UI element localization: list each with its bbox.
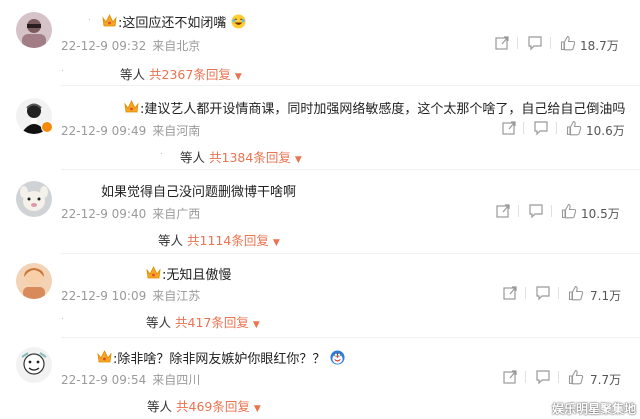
like-icon[interactable] xyxy=(561,203,577,219)
comment-text: :无知且傲慢 xyxy=(162,268,232,283)
separator xyxy=(523,122,524,134)
comment-text: :这回应还不如闭嘴 xyxy=(118,12,246,31)
crown-icon xyxy=(124,100,139,113)
like-count: 18.7万 xyxy=(580,39,619,53)
reply-count: 共2367条回复 xyxy=(149,67,231,82)
reply-count: 共1114条回复 xyxy=(187,233,269,248)
chevron-down-icon: ▼ xyxy=(253,404,261,414)
timestamp: 22-12-9 09:49 xyxy=(61,124,147,138)
like-count: 10.6万 xyxy=(586,124,625,138)
avatar[interactable] xyxy=(16,181,52,217)
view-replies-link[interactable]: 等人 共1114条回复 ▼ xyxy=(158,230,280,249)
comment-icon[interactable] xyxy=(528,203,544,219)
like-icon[interactable] xyxy=(560,35,576,51)
reply-users: 等人 xyxy=(158,233,184,248)
avatar[interactable] xyxy=(16,12,52,48)
location: 来自河南 xyxy=(152,124,201,138)
reply-users: 等人 xyxy=(147,399,173,414)
share-icon[interactable] xyxy=(501,120,517,136)
location: 来自江苏 xyxy=(152,289,201,303)
view-replies-link[interactable]: 等人 共2367条回复 ▼ xyxy=(120,64,242,83)
comment-text: :建议艺人都开设情商课，同时加强网络敏感度，这个太那个啥了，自己给自己倒油吗 xyxy=(140,102,626,117)
chevron-down-icon: ▼ xyxy=(252,320,260,330)
dot-divider: . xyxy=(160,147,163,157)
comment-item: . :这回应还不如闭嘴 22-12-9 09:32 来自北京 18.7万 等人 共2… xyxy=(0,0,640,86)
comment-item: :除非啥？除非网友嫉妒你眼红你？？ 22-12-9 09:54 来自四川 7.7万… xyxy=(0,338,640,419)
dot-divider: . xyxy=(61,312,64,322)
comment-meta: 22-12-9 09:32 来自北京 xyxy=(61,37,206,54)
like-count: 10.5万 xyxy=(581,207,620,221)
location: 来自四川 xyxy=(152,373,201,387)
dot-divider: . xyxy=(61,64,64,74)
verified-badge xyxy=(41,121,53,133)
reply-users: 等人 xyxy=(120,67,146,82)
view-replies-link[interactable]: 等人 共1384条回复 ▼ xyxy=(180,147,302,166)
separator xyxy=(558,287,559,299)
doraemon-emoji-icon xyxy=(330,350,345,365)
share-icon[interactable] xyxy=(495,203,511,219)
comment-item: :无知且傲慢 22-12-9 10:09 来自江苏 7.1万 等人 共417条回复 ▼… xyxy=(0,254,640,338)
comment-item: :建议艺人都开设情商课，同时加强网络敏感度，这个太那个啥了，自己给自己倒油吗 2… xyxy=(0,86,640,170)
comment-icon[interactable] xyxy=(535,285,551,301)
chevron-down-icon: ▼ xyxy=(234,72,242,82)
view-replies-link[interactable]: 等人 共469条回复 ▼ xyxy=(147,396,261,415)
crown-icon xyxy=(97,350,112,363)
like-count: 7.7万 xyxy=(590,373,622,387)
crown-icon xyxy=(102,14,117,27)
reply-count: 共417条回复 xyxy=(175,315,249,330)
comment-meta: 22-12-9 10:09 来自江苏 xyxy=(61,287,206,304)
comment-meta: 22-12-9 09:40 来自广西 xyxy=(61,205,206,222)
timestamp: 22-12-9 09:40 xyxy=(61,207,147,221)
laugh-cry-emoji-icon xyxy=(231,14,246,29)
username[interactable]: . xyxy=(88,13,91,23)
share-icon[interactable] xyxy=(502,369,518,385)
reply-users: 等人 xyxy=(146,315,172,330)
comment-icon[interactable] xyxy=(535,369,551,385)
separator xyxy=(550,37,551,49)
separator xyxy=(517,37,518,49)
chevron-down-icon: ▼ xyxy=(294,155,302,165)
like-count: 7.1万 xyxy=(590,289,622,303)
avatar[interactable] xyxy=(16,263,52,299)
like-icon[interactable] xyxy=(568,285,584,301)
separator xyxy=(551,205,552,217)
avatar[interactable] xyxy=(16,347,52,383)
share-icon[interactable] xyxy=(494,35,510,51)
chevron-down-icon: ▼ xyxy=(272,238,280,248)
comment-item: 如果觉得自己没问题删微博干啥啊 22-12-9 09:40 来自广西 10.5万 … xyxy=(0,170,640,254)
timestamp: 22-12-9 10:09 xyxy=(61,289,147,303)
separator xyxy=(558,371,559,383)
separator xyxy=(525,287,526,299)
watermark: 娱乐明星聚集地 xyxy=(551,402,636,416)
crown-icon xyxy=(146,266,161,279)
reply-count: 共1384条回复 xyxy=(209,150,291,165)
view-replies-link[interactable]: 等人 共417条回复 ▼ xyxy=(146,312,260,331)
timestamp: 22-12-9 09:32 xyxy=(61,39,147,53)
location: 来自北京 xyxy=(152,39,201,53)
comment-text: :除非啥？除非网友嫉妒你眼红你？？ xyxy=(113,348,345,367)
comment-text: 如果觉得自己没问题删微博干啥啊 xyxy=(101,185,297,200)
separator xyxy=(556,122,557,134)
share-icon[interactable] xyxy=(502,285,518,301)
like-icon[interactable] xyxy=(566,120,582,136)
comment-meta: 22-12-9 09:54 来自四川 xyxy=(61,371,206,388)
location: 来自广西 xyxy=(152,207,201,221)
comment-meta: 22-12-9 09:49 来自河南 xyxy=(61,122,206,139)
separator xyxy=(525,371,526,383)
like-icon[interactable] xyxy=(568,369,584,385)
reply-users: 等人 xyxy=(180,150,206,165)
comment-icon[interactable] xyxy=(533,120,549,136)
timestamp: 22-12-9 09:54 xyxy=(61,373,147,387)
comment-icon[interactable] xyxy=(527,35,543,51)
separator xyxy=(518,205,519,217)
reply-count: 共469条回复 xyxy=(176,399,250,414)
